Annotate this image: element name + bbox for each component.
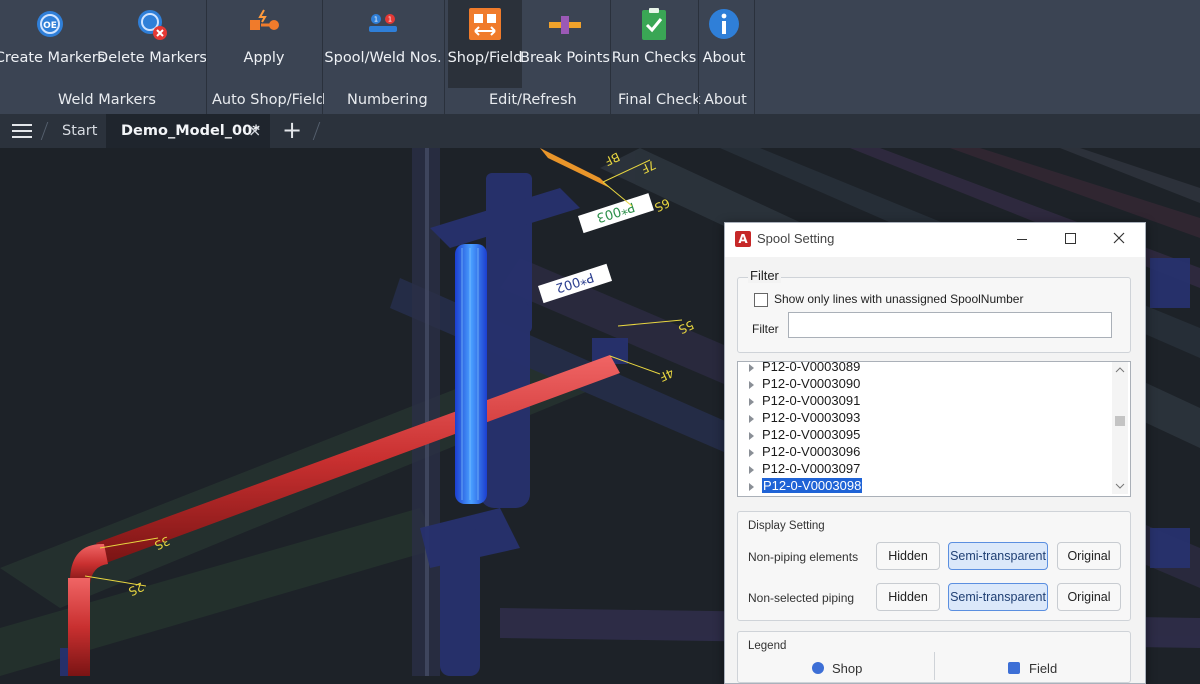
delete-markers-button[interactable]: Delete Markers bbox=[97, 0, 207, 88]
tab-divider bbox=[40, 122, 49, 140]
non-selected-hidden-button[interactable]: Hidden bbox=[876, 583, 940, 611]
ribbon-separator bbox=[754, 0, 755, 114]
unassigned-checkbox-label: Show only lines with unassigned SpoolNum… bbox=[774, 292, 1024, 306]
break-points-button[interactable]: Break Points bbox=[520, 0, 610, 88]
selected-pipe-blue bbox=[455, 244, 487, 504]
non-selected-semi-transparent-button[interactable]: Semi-transparent bbox=[948, 583, 1048, 611]
apply-label: Apply bbox=[243, 50, 285, 66]
menu-icon[interactable] bbox=[12, 124, 32, 138]
group-label-edit-refresh: Edit/Refresh bbox=[489, 92, 577, 108]
expand-icon[interactable] bbox=[749, 380, 754, 389]
filter-group: Filter Show only lines with unassigned S… bbox=[737, 268, 1131, 353]
scrollbar-thumb[interactable] bbox=[1115, 416, 1125, 426]
non-piping-hidden-button[interactable]: Hidden bbox=[876, 542, 940, 570]
shop-legend-icon bbox=[812, 662, 824, 674]
break-points-icon bbox=[549, 16, 581, 34]
filter-group-title: Filter bbox=[748, 268, 781, 283]
minimize-icon[interactable] bbox=[1017, 239, 1027, 240]
tab-start[interactable]: Start bbox=[62, 114, 97, 148]
ribbon-toolbar: OE Create Markers Delete Markers Weld Ma… bbox=[0, 0, 1200, 114]
run-checks-label: Run Checks bbox=[611, 50, 697, 66]
clipboard-check-icon bbox=[642, 8, 666, 40]
list-item-selected[interactable]: P12-0-V0003098 bbox=[738, 477, 863, 494]
list-scrollbar[interactable] bbox=[1112, 362, 1128, 494]
field-legend-label: Field bbox=[1029, 661, 1058, 676]
tab-active[interactable]: Demo_Model_00* × bbox=[106, 114, 270, 148]
spool-weld-nos-label: Spool/Weld Nos. bbox=[324, 50, 442, 66]
document-tab-bar: Start Demo_Model_00* × + bbox=[0, 114, 1200, 148]
apply-icon bbox=[250, 9, 279, 30]
display-setting-title: Display Setting bbox=[748, 520, 825, 532]
break-points-label: Break Points bbox=[520, 50, 610, 66]
create-markers-icon: OE bbox=[37, 11, 63, 37]
non-selected-original-button[interactable]: Original bbox=[1057, 583, 1121, 611]
apply-button[interactable]: Apply bbox=[224, 0, 304, 88]
svg-text:OE: OE bbox=[43, 21, 57, 31]
about-button[interactable]: About bbox=[700, 0, 748, 88]
field-legend-icon bbox=[1008, 662, 1020, 674]
ribbon-separator bbox=[444, 0, 445, 114]
delete-markers-icon bbox=[138, 10, 167, 40]
list-item[interactable]: P12-0-V0003089 bbox=[738, 362, 860, 375]
ribbon-separator bbox=[206, 0, 207, 114]
group-label-numbering: Numbering bbox=[347, 92, 428, 108]
maximize-icon[interactable] bbox=[1065, 233, 1076, 244]
shop-field-label: Shop/Field bbox=[447, 50, 523, 66]
spool-line-list[interactable]: P12-0-V0003089 P12-0-V0003090 P12-0-V000… bbox=[737, 361, 1131, 497]
tab-close-icon[interactable]: × bbox=[248, 114, 261, 148]
filter-field-label: Filter bbox=[752, 322, 779, 336]
group-label-auto-shop-field: Auto Shop/Field bbox=[212, 92, 326, 108]
list-item[interactable]: P12-0-V0003093 bbox=[738, 409, 860, 426]
info-icon bbox=[709, 9, 739, 39]
list-item[interactable]: P12-0-V0003091 bbox=[738, 392, 860, 409]
display-setting-group: Display Setting Non-piping elements Hidd… bbox=[737, 511, 1131, 621]
expand-icon[interactable] bbox=[749, 482, 754, 491]
svg-text:1: 1 bbox=[388, 16, 392, 24]
non-piping-semi-transparent-button[interactable]: Semi-transparent bbox=[948, 542, 1048, 570]
ribbon-separator bbox=[322, 0, 323, 114]
create-markers-button[interactable]: OE Create Markers bbox=[0, 0, 105, 88]
expand-icon[interactable] bbox=[749, 448, 754, 457]
shop-legend-label: Shop bbox=[832, 661, 863, 676]
scroll-down-icon[interactable] bbox=[1112, 480, 1128, 492]
expand-icon[interactable] bbox=[749, 414, 754, 423]
list-item[interactable]: P12-0-V0003097 bbox=[738, 460, 860, 477]
run-checks-button[interactable]: Run Checks bbox=[611, 0, 697, 88]
tab-divider bbox=[312, 122, 321, 140]
shop-field-button[interactable]: Shop/Field bbox=[448, 0, 522, 88]
non-selected-piping-label: Non-selected piping bbox=[748, 591, 855, 605]
about-label: About bbox=[702, 50, 746, 66]
dialog-title: Spool Setting bbox=[757, 231, 835, 246]
unassigned-checkbox[interactable] bbox=[754, 293, 768, 307]
delete-markers-label: Delete Markers bbox=[97, 50, 207, 66]
scroll-up-icon[interactable] bbox=[1112, 364, 1128, 376]
shop-field-icon bbox=[469, 8, 501, 40]
numbering-icon: 1 1 bbox=[369, 14, 397, 32]
expand-icon[interactable] bbox=[749, 363, 754, 372]
ribbon-separator bbox=[698, 0, 699, 114]
group-label-weld-markers: Weld Markers bbox=[58, 92, 156, 108]
close-icon[interactable] bbox=[1113, 232, 1125, 244]
spool-setting-dialog: A Spool Setting Filter Show only lines w… bbox=[724, 222, 1146, 684]
legend-title: Legend bbox=[748, 640, 787, 652]
expand-icon[interactable] bbox=[749, 431, 754, 440]
legend-group: Legend Shop Field bbox=[737, 631, 1131, 683]
list-item[interactable]: P12-0-V0003095 bbox=[738, 426, 860, 443]
list-item[interactable]: P12-0-V0003090 bbox=[738, 375, 860, 392]
non-piping-original-button[interactable]: Original bbox=[1057, 542, 1121, 570]
spool-weld-nos-button[interactable]: 1 1 Spool/Weld Nos. bbox=[324, 0, 442, 88]
list-item[interactable]: P12-0-V0003096 bbox=[738, 443, 860, 460]
non-piping-label: Non-piping elements bbox=[748, 550, 859, 564]
group-label-about: About bbox=[704, 92, 747, 108]
new-tab-button[interactable]: + bbox=[282, 114, 302, 146]
dialog-title-bar[interactable]: A Spool Setting bbox=[725, 223, 1145, 257]
expand-icon[interactable] bbox=[749, 465, 754, 474]
svg-text:1: 1 bbox=[374, 16, 378, 24]
autocad-logo-icon: A bbox=[735, 231, 751, 247]
tab-active-label: Demo_Model_00* bbox=[121, 123, 260, 139]
filter-input[interactable] bbox=[788, 312, 1112, 338]
create-markers-label: Create Markers bbox=[0, 50, 106, 66]
expand-icon[interactable] bbox=[749, 397, 754, 406]
group-label-final-check: Final Check bbox=[618, 92, 701, 108]
